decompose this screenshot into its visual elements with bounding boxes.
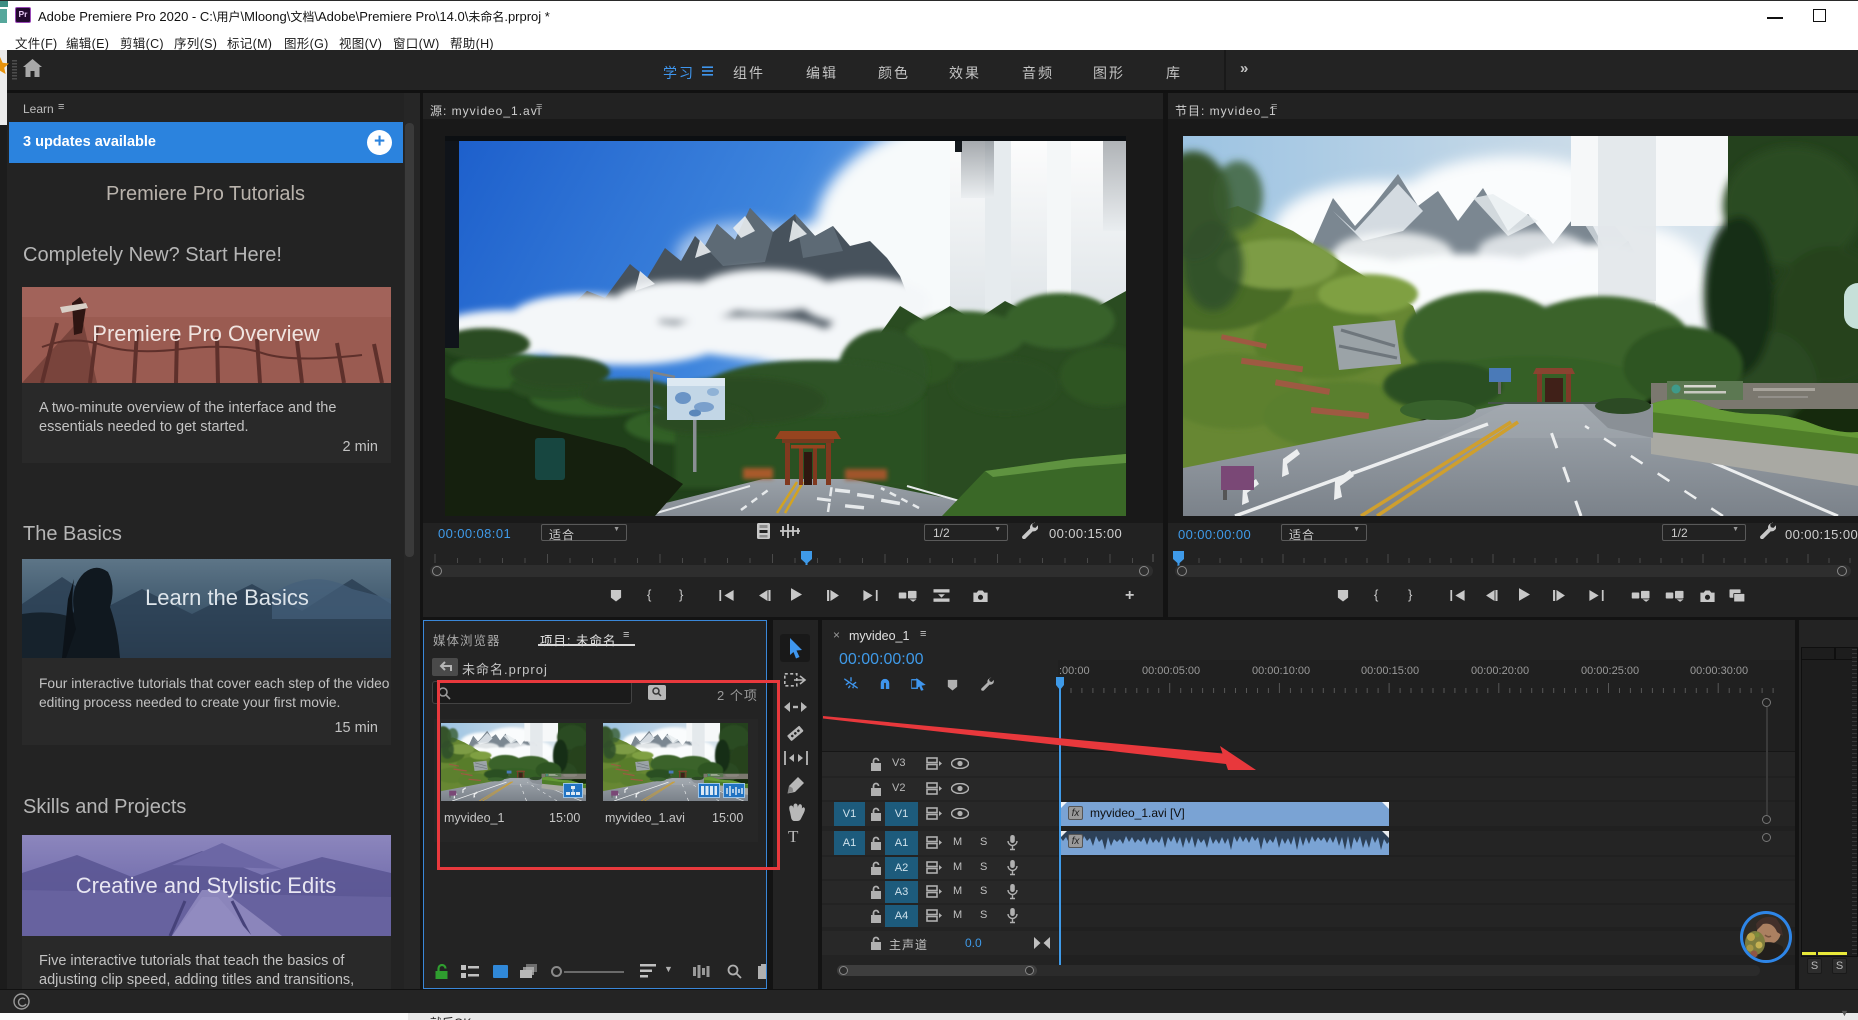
svg-text:Creative and Stylistic Edits: Creative and Stylistic Edits xyxy=(76,873,336,898)
svg-text:T: T xyxy=(788,828,799,845)
svg-text:Premiere Pro Overview: Premiere Pro Overview xyxy=(92,321,320,346)
svg-text:Learn the Basics: Learn the Basics xyxy=(145,585,309,610)
